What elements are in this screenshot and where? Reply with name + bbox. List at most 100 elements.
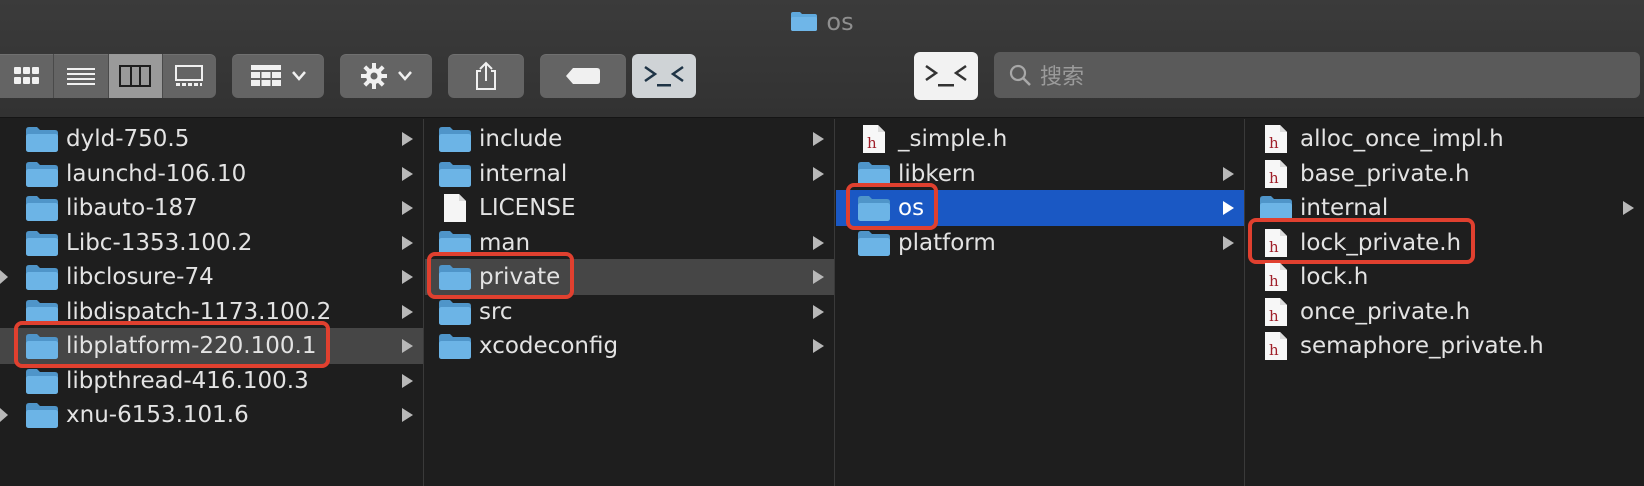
go2shell-button[interactable] — [914, 52, 978, 100]
file-row[interactable]: h alloc_once_impl.h — [1246, 121, 1644, 157]
view-mode-segmented-control[interactable] — [0, 54, 216, 98]
file-row[interactable]: h lock.h — [1246, 259, 1644, 295]
file-row[interactable]: h once_private.h — [1246, 294, 1644, 330]
disclosure-arrow-icon — [402, 339, 413, 353]
item-name: libplatform-220.100.1 — [66, 333, 317, 359]
folder-row[interactable]: internal — [1246, 190, 1644, 226]
window-title-text: os — [826, 8, 854, 36]
folder-row[interactable]: libpthread-416.100.3 — [0, 363, 423, 399]
file-row[interactable]: h base_private.h — [1246, 156, 1644, 192]
list-icon — [66, 68, 95, 85]
disclosure-arrow-icon — [402, 408, 413, 422]
item-name: man — [479, 229, 531, 256]
item-name: libauto-187 — [66, 195, 198, 221]
item-name: private — [479, 264, 561, 290]
item-name: libclosure-74 — [66, 264, 214, 290]
file-row[interactable]: h semaphore_private.h — [1246, 328, 1644, 364]
item-name: dyld-750.5 — [66, 126, 190, 152]
column-3[interactable]: h _simple.hlibkern os platform — [836, 119, 1245, 486]
item-name: libkern — [898, 160, 976, 187]
file-row[interactable]: h _simple.h — [836, 121, 1244, 157]
window-title: os — [0, 4, 1644, 40]
group-grid-icon — [251, 65, 281, 86]
file-row[interactable]: LICENSE — [425, 190, 834, 226]
folder-row[interactable]: libclosure-74 — [0, 259, 423, 295]
file-row[interactable]: h lock_private.h — [1246, 225, 1644, 261]
folder-icon — [24, 193, 60, 223]
item-name: libdispatch-1173.100.2 — [66, 298, 332, 325]
folder-row[interactable]: xcodeconfig — [425, 328, 834, 364]
item-name: _simple.h — [898, 126, 1008, 152]
item-name: once_private.h — [1300, 298, 1471, 325]
folder-row[interactable]: libauto-187 — [0, 190, 423, 226]
column-2[interactable]: include internal LICENSE man private src xcode… — [425, 119, 835, 486]
folder-row[interactable]: xnu-6153.101.6 — [0, 397, 423, 433]
tag-button[interactable] — [540, 54, 626, 98]
toolbar: os 搜索 — [0, 0, 1644, 118]
column-4[interactable]: h alloc_once_impl.h h base_private.h interna… — [1246, 119, 1644, 486]
folder-icon — [24, 297, 60, 327]
folder-icon — [437, 124, 473, 154]
folder-icon — [437, 331, 473, 361]
item-name: Libc-1353.100.2 — [66, 229, 253, 256]
folder-row[interactable]: platform — [836, 225, 1244, 261]
item-name: os — [898, 195, 925, 221]
disclosure-arrow-icon — [402, 166, 413, 181]
folder-row[interactable]: dyld-750.5 — [0, 121, 423, 157]
header-file-icon: h — [1258, 331, 1294, 361]
folder-row[interactable]: libdispatch-1173.100.2 — [0, 294, 423, 330]
item-name: platform — [898, 229, 996, 256]
item-name: lock_private.h — [1300, 229, 1462, 256]
item-name: base_private.h — [1300, 160, 1470, 187]
folder-icon — [24, 400, 60, 430]
folder-icon — [437, 228, 473, 258]
icon-view-button[interactable] — [0, 54, 55, 98]
action-button[interactable] — [340, 54, 432, 98]
icon-grid-icon — [13, 67, 39, 84]
disclosure-arrow-icon — [402, 270, 413, 284]
disclosure-arrow-icon — [402, 201, 413, 215]
disclosure-arrow-icon — [1223, 235, 1234, 250]
item-name: internal — [1300, 195, 1389, 221]
header-file-icon: h — [856, 124, 892, 154]
disclosure-arrow-icon — [813, 132, 824, 146]
folder-row[interactable]: launchd-106.10 — [0, 156, 423, 192]
search-field[interactable]: 搜索 — [994, 52, 1640, 98]
disclosure-arrow-icon — [813, 235, 824, 250]
item-name: libpthread-416.100.3 — [66, 367, 309, 394]
svg-text:h: h — [1269, 272, 1279, 290]
gallery-view-button[interactable] — [163, 54, 216, 98]
terminal-icon — [925, 64, 967, 87]
disclosure-arrow-icon — [402, 373, 413, 388]
folder-row[interactable]: Libc-1353.100.2 — [0, 225, 423, 261]
folder-icon — [24, 331, 60, 361]
folder-icon — [24, 366, 60, 396]
column-view-button[interactable] — [108, 54, 163, 98]
column-1[interactable]: dyld-750.5 launchd-106.10 libauto-187 Libc-… — [0, 119, 424, 486]
share-button[interactable] — [448, 54, 524, 98]
header-file-icon: h — [1258, 159, 1294, 189]
disclosure-arrow-icon — [0, 270, 8, 284]
group-button[interactable] — [232, 54, 324, 98]
folder-row[interactable]: libplatform-220.100.1 — [0, 328, 423, 364]
folder-row[interactable]: internal — [425, 156, 834, 192]
folder-row[interactable]: libkern — [836, 156, 1244, 192]
svg-text:h: h — [1269, 341, 1279, 359]
svg-text:h: h — [1269, 169, 1279, 187]
folder-icon — [24, 262, 60, 292]
item-name: alloc_once_impl.h — [1300, 126, 1504, 152]
folder-row[interactable]: private — [425, 259, 834, 295]
gear-icon — [361, 63, 387, 89]
chevron-down-icon — [398, 71, 412, 81]
disclosure-arrow-icon — [1223, 166, 1234, 181]
folder-row[interactable]: include — [425, 121, 834, 157]
folder-row[interactable]: os — [836, 190, 1244, 226]
folder-row[interactable]: man — [425, 225, 834, 261]
terminal-button[interactable] — [632, 54, 696, 98]
item-name: lock.h — [1300, 264, 1369, 290]
disclosure-arrow-icon — [402, 235, 413, 250]
search-placeholder: 搜索 — [1040, 65, 1085, 90]
list-view-button[interactable] — [54, 54, 109, 98]
folder-icon — [856, 159, 892, 189]
folder-row[interactable]: src — [425, 294, 834, 330]
